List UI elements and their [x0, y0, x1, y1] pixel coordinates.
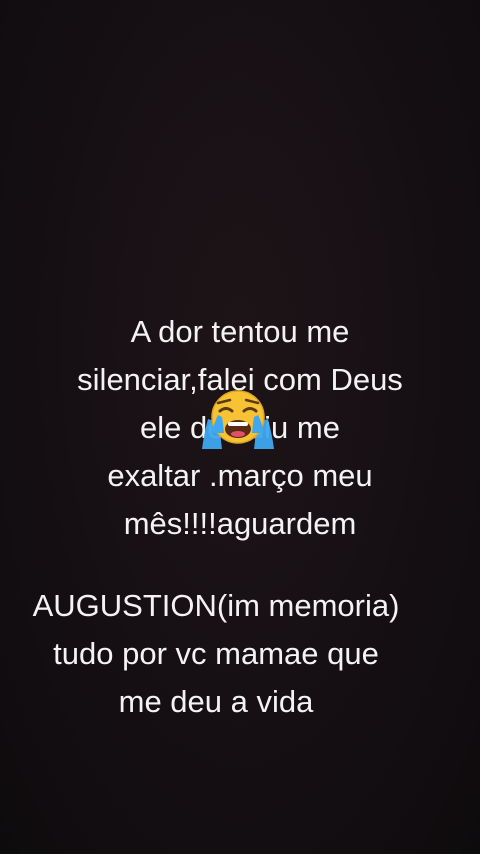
story-frame: A dor tentou me silenciar,falei com Deus…	[0, 0, 480, 854]
dedication-line: me deu a vida	[118, 684, 314, 719]
caption-line: mês!!!!aguardem	[123, 506, 357, 541]
caption-line: exaltar .março meu	[107, 458, 373, 493]
loudly-crying-face-icon	[202, 390, 274, 449]
dedication-line: AUGUSTION(im memoria)	[32, 588, 400, 623]
dedication-caption: AUGUSTION(im memoria) tudo por vc mamae …	[0, 582, 432, 726]
dedication-line: tudo por vc mamae que	[53, 636, 379, 671]
caption-line: A dor tentou me	[130, 314, 350, 349]
